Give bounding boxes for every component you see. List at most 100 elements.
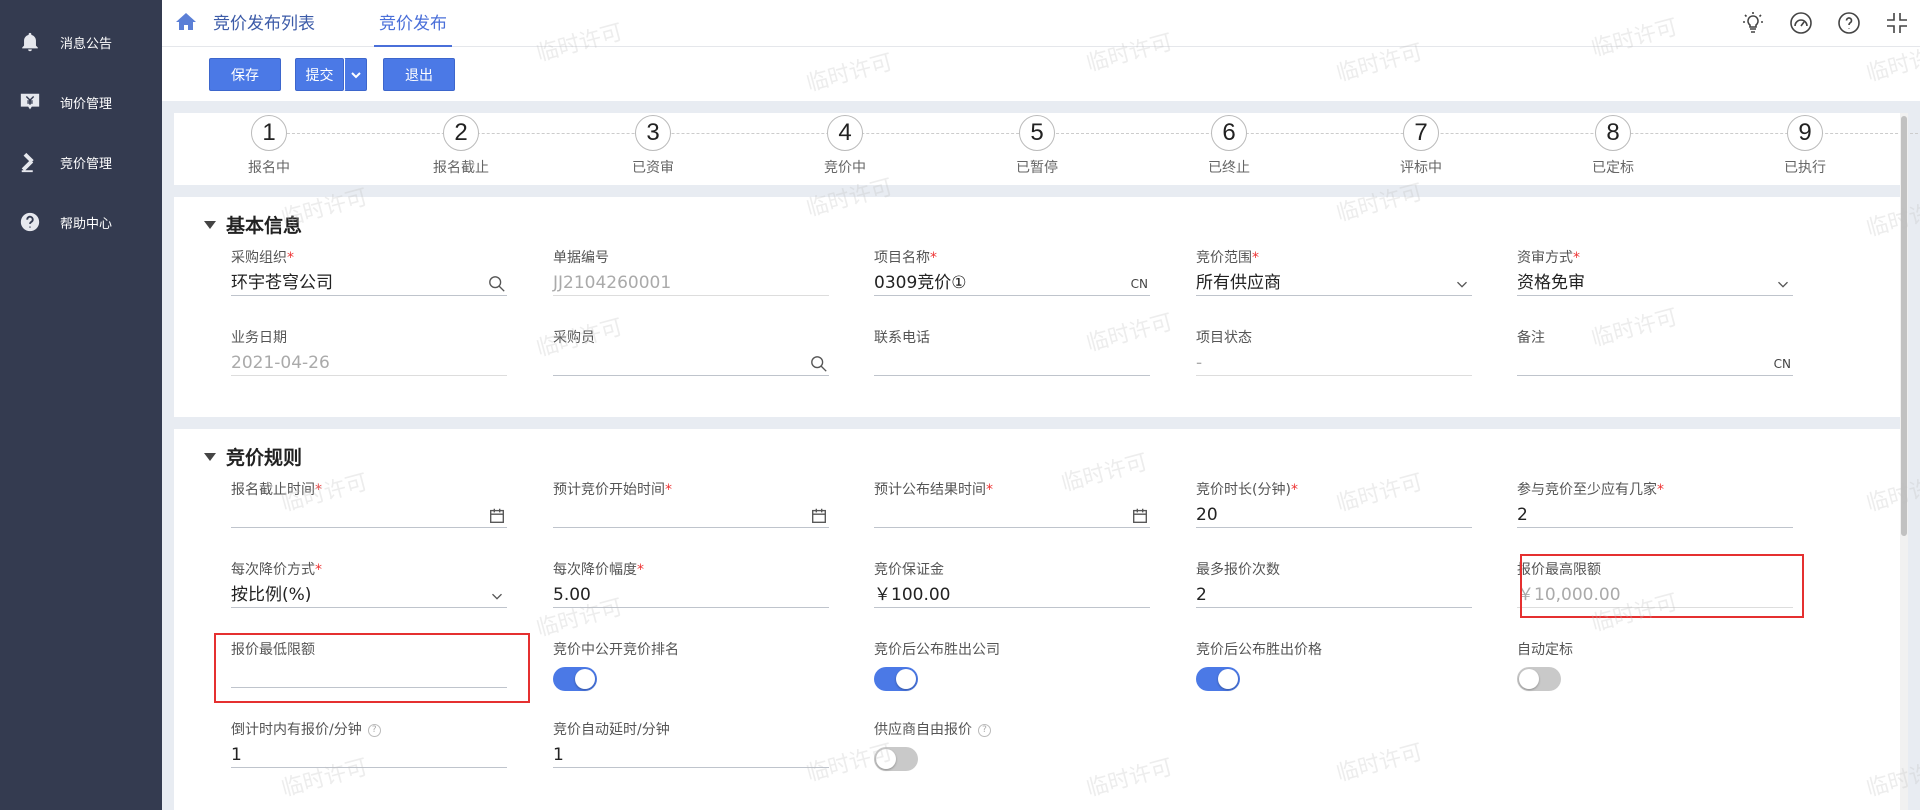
field-label: 最多报价次数 bbox=[1196, 562, 1280, 578]
review-method-select[interactable]: 资格免审 bbox=[1517, 272, 1793, 296]
publish-time-input[interactable] bbox=[874, 504, 1150, 528]
language-badge[interactable]: CN bbox=[1774, 353, 1791, 375]
step-number: 7 bbox=[1403, 115, 1439, 151]
step-8: 8 已定标 bbox=[1568, 113, 1658, 177]
field-label: 采购组织 bbox=[231, 250, 287, 266]
show-price-toggle[interactable] bbox=[1196, 667, 1240, 691]
question-icon[interactable]: ? bbox=[367, 723, 381, 737]
max-bids-input[interactable]: 2 bbox=[1196, 584, 1472, 608]
section-toggle-rules[interactable]: 竞价规则 bbox=[204, 443, 302, 470]
chevron-down-icon bbox=[487, 586, 507, 606]
start-time-input[interactable] bbox=[553, 504, 829, 528]
project-name-input[interactable]: 0309竞价① CN bbox=[874, 272, 1150, 296]
section-title: 基本信息 bbox=[226, 215, 303, 237]
search-icon[interactable] bbox=[809, 354, 829, 374]
tab-bid-publish[interactable]: 竞价发布 bbox=[374, 0, 452, 47]
field-label: 项目状态 bbox=[1196, 330, 1252, 346]
section-title: 竞价规则 bbox=[226, 447, 303, 469]
sidebar-item-label: 竞价管理 bbox=[60, 156, 113, 172]
buyer-field: 采购员 bbox=[553, 329, 829, 376]
field-label: 报名截止时间 bbox=[231, 482, 315, 498]
phone-field: 联系电话 bbox=[874, 329, 1150, 376]
scrollbar-thumb[interactable] bbox=[1901, 116, 1907, 536]
question-icon[interactable]: ? bbox=[978, 723, 991, 737]
signup-deadline-input[interactable] bbox=[231, 504, 507, 528]
field-label: 备注 bbox=[1517, 330, 1545, 346]
doc-number-input: JJ2104260001 bbox=[553, 272, 829, 296]
calendar-icon[interactable] bbox=[809, 506, 829, 526]
field-label: 项目名称 bbox=[874, 250, 930, 266]
field-label: 竞价自动延时/分钟 bbox=[553, 722, 670, 738]
buyer-input[interactable] bbox=[553, 352, 829, 376]
step-number: 4 bbox=[827, 115, 863, 151]
header: 竞价发布列表 竞价发布 bbox=[162, 0, 1920, 47]
question-icon[interactable] bbox=[1836, 10, 1862, 36]
step-7: 7 评标中 bbox=[1376, 113, 1466, 177]
step-label: 已暂停 bbox=[1016, 160, 1058, 176]
deposit-input[interactable]: ￥100.00 bbox=[874, 584, 1150, 608]
basic-info-section: 基本信息 采购组织* 环宇苍穹公司 单据编号 JJ2104260001 项目名称… bbox=[174, 197, 1900, 417]
publish-time-field: 预计公布结果时间* bbox=[874, 481, 1150, 528]
auto-extend-field: 竞价自动延时/分钟 1 bbox=[553, 721, 829, 768]
purchase-org-input[interactable]: 环宇苍穹公司 bbox=[231, 272, 507, 296]
sidebar-item-announcements[interactable]: 消息公告 bbox=[0, 12, 162, 72]
calendar-icon[interactable] bbox=[487, 506, 507, 526]
phone-input[interactable] bbox=[874, 352, 1150, 376]
sidebar-item-bidding[interactable]: 竞价管理 bbox=[0, 132, 162, 192]
free-bid-field: 供应商自由报价? bbox=[874, 721, 1150, 771]
sidebar-item-label: 消息公告 bbox=[60, 36, 113, 52]
bid-scope-field: 竞价范围* 所有供应商 bbox=[1196, 249, 1472, 296]
bid-rules-section: 竞价规则 报名截止时间* 预计竞价开始时间* 预计公布结果时间* 竞价时长(分钟… bbox=[174, 429, 1900, 810]
step-label: 已定标 bbox=[1592, 160, 1634, 176]
decrease-mode-select[interactable]: 按比例(%) bbox=[231, 584, 507, 608]
yen-icon bbox=[18, 90, 42, 114]
gavel-icon bbox=[18, 150, 42, 174]
fullscreen-exit-icon[interactable] bbox=[1884, 10, 1910, 36]
help-icon bbox=[18, 210, 42, 234]
tab-bid-list[interactable]: 竞价发布列表 bbox=[213, 0, 315, 47]
field-label: 联系电话 bbox=[874, 330, 930, 346]
field-label: 供应商自由报价 bbox=[874, 722, 972, 738]
bell-icon bbox=[18, 30, 42, 54]
sidebar-item-help[interactable]: 帮助中心 bbox=[0, 192, 162, 252]
step-3: 3 已资审 bbox=[608, 113, 698, 177]
section-toggle-basic[interactable]: 基本信息 bbox=[204, 211, 302, 238]
language-badge[interactable]: CN bbox=[1131, 273, 1148, 295]
field-label: 资审方式 bbox=[1517, 250, 1573, 266]
caret-down-icon bbox=[204, 452, 216, 461]
home-icon[interactable] bbox=[174, 10, 198, 34]
decrease-mode-field: 每次降价方式* 按比例(%) bbox=[231, 561, 507, 608]
step-9: 9 已执行 bbox=[1760, 113, 1850, 177]
countdown-field: 倒计时内有报价/分钟? 1 bbox=[231, 721, 507, 768]
decrease-amount-input[interactable]: 5.00 bbox=[553, 584, 829, 608]
lightbulb-icon[interactable] bbox=[1740, 10, 1766, 36]
field-label: 采购员 bbox=[553, 330, 595, 346]
auto-award-toggle[interactable] bbox=[1517, 667, 1561, 691]
project-status-value: - bbox=[1196, 352, 1472, 376]
remark-input[interactable]: CN bbox=[1517, 352, 1793, 376]
free-bid-toggle[interactable] bbox=[874, 747, 918, 771]
bid-scope-select[interactable]: 所有供应商 bbox=[1196, 272, 1472, 296]
auto-extend-input[interactable]: 1 bbox=[553, 744, 829, 768]
exit-button[interactable]: 退出 bbox=[383, 58, 455, 91]
min-suppliers-field: 参与竞价至少应有几家* 2 bbox=[1517, 481, 1793, 528]
min-suppliers-input[interactable]: 2 bbox=[1517, 504, 1793, 528]
search-icon[interactable] bbox=[487, 274, 507, 294]
submit-button[interactable]: 提交 bbox=[295, 58, 344, 91]
show-rank-toggle[interactable] bbox=[553, 667, 597, 691]
submit-dropdown-button[interactable] bbox=[344, 58, 367, 91]
field-label: 单据编号 bbox=[553, 250, 609, 266]
dashboard-icon[interactable] bbox=[1788, 10, 1814, 36]
countdown-input[interactable]: 1 bbox=[231, 744, 507, 768]
calendar-icon[interactable] bbox=[1130, 506, 1150, 526]
field-label: 参与竞价至少应有几家 bbox=[1517, 482, 1657, 498]
save-button[interactable]: 保存 bbox=[209, 58, 281, 91]
toolbar: 保存 提交 退出 bbox=[162, 47, 1920, 101]
sidebar-item-inquiry[interactable]: 询价管理 bbox=[0, 72, 162, 132]
field-label: 预计公布结果时间 bbox=[874, 482, 986, 498]
chevron-down-icon bbox=[350, 71, 361, 78]
field-label: 预计竞价开始时间 bbox=[553, 482, 665, 498]
show-winner-toggle[interactable] bbox=[874, 667, 918, 691]
duration-input[interactable]: 20 bbox=[1196, 504, 1472, 528]
status-steps: 1 报名中 2 报名截止 3 已资审 4 竞价中 5 已暂停 6 已终止 7 评… bbox=[174, 113, 1920, 185]
